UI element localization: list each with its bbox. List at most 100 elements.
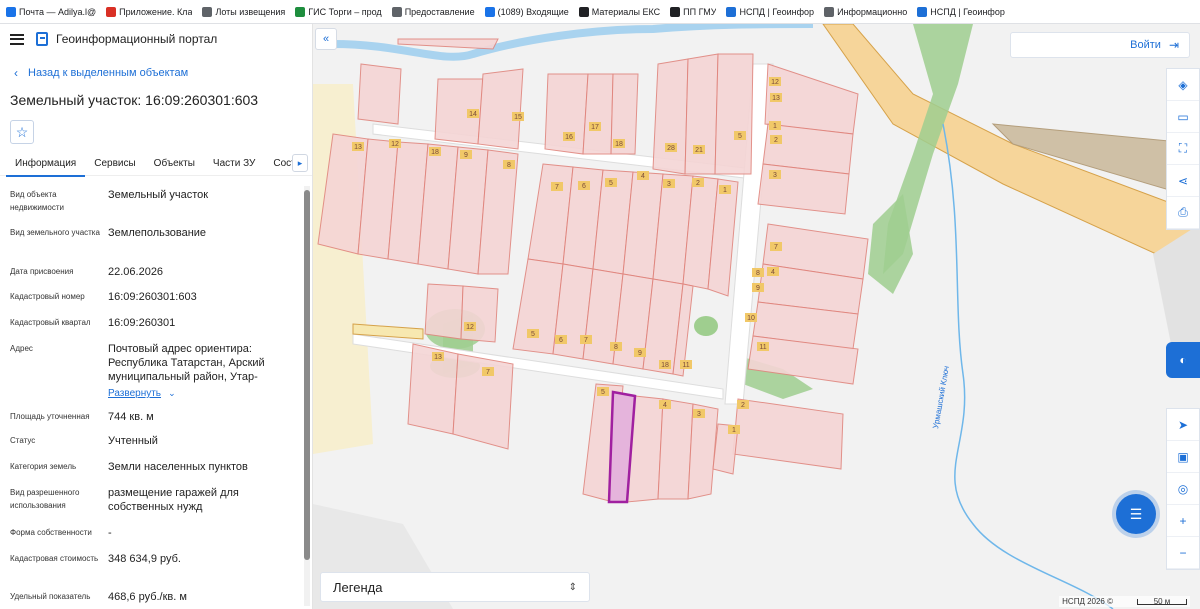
legend-dropdown[interactable]: Легенда ⇕ (320, 572, 590, 602)
print-button[interactable]: ⎙ (1167, 197, 1199, 229)
land-parcel[interactable] (684, 53, 719, 175)
bookmark-favicon-icon (295, 6, 306, 17)
parcel-number: 7 (774, 244, 778, 251)
parcel-number: 11 (682, 362, 689, 369)
tab-objects[interactable]: Объекты (145, 154, 204, 175)
bookmark-label: НСПД | Геоинфор (930, 6, 1005, 17)
land-parcel[interactable] (460, 285, 499, 343)
property-label: Вид объекта недвижимости (10, 190, 64, 212)
back-link-label: Назад к выделенным объектам (28, 67, 189, 79)
map-toolbar: ◈ ▭ ⛶ ⋖ ⎙ (1166, 68, 1200, 230)
scrollbar-thumb[interactable] (304, 190, 310, 560)
parcel-number: 11 (759, 344, 766, 351)
bookmark-label: ГИС Торги – прод (308, 6, 382, 17)
property-label: Удельный показатель (10, 592, 91, 601)
bookmark-label: Лоты извещения (215, 6, 286, 17)
chevron-double-left-icon: « (322, 33, 330, 45)
land-parcel[interactable] (544, 73, 589, 155)
panel-scrollbar[interactable] (304, 186, 310, 606)
expand-link[interactable]: Развернуть ⌄ (108, 386, 298, 401)
tab-services[interactable]: Сервисы (85, 154, 144, 175)
parcel-number: 15 (514, 114, 522, 121)
zoom-out-button[interactable]: − (1167, 537, 1199, 569)
map-view[interactable]: 14 15 16 17 18 28 21 5 13 12 18 9 8 7 6 5 4 3 2 1 7 8 9 10 11 12 1… (313, 24, 1200, 609)
property-value: 16:09:260301 (108, 317, 176, 329)
land-parcel[interactable] (657, 398, 694, 500)
bookmark-label: Приложение. Кла (119, 6, 193, 17)
tab-land-parts[interactable]: Части ЗУ (204, 154, 264, 175)
parcel-layer (317, 38, 869, 503)
land-parcel[interactable] (424, 283, 464, 340)
bookmark-favicon-icon (670, 6, 681, 17)
panel-header: Геоинформационный портал (0, 24, 312, 54)
bookmark-label: (1089) Входящие (497, 6, 569, 17)
minimap-button[interactable]: ▣ (1167, 441, 1199, 473)
bookmark-label: Предоставление (404, 6, 475, 17)
scale-label: 50 м (1153, 596, 1171, 606)
locate-icon: ◎ (1177, 481, 1189, 496)
favorite-button[interactable]: ☆ (10, 120, 34, 144)
land-parcel[interactable] (397, 38, 499, 50)
bookmark-favicon-icon (106, 6, 117, 17)
bookmark-item[interactable]: (1089) Входящие (484, 6, 569, 17)
locate-button[interactable]: ◎ (1167, 473, 1199, 505)
parcel-number: 9 (756, 285, 760, 292)
property-value: Землепользование (108, 227, 207, 239)
bookmark-item[interactable]: Предоставление (391, 6, 475, 17)
bookmark-item[interactable]: ГИС Торги – прод (295, 6, 382, 17)
select-area-button[interactable]: ⛶ (1167, 133, 1199, 165)
measure-button[interactable]: ▭ (1167, 101, 1199, 133)
tabs-next-button[interactable]: ▸ (292, 154, 308, 172)
share-button[interactable]: ⋖ (1167, 165, 1199, 197)
property-label: Вид разрешенного использования (10, 488, 80, 510)
property-value: 348 634,9 руб. (108, 553, 181, 565)
map-attribution: НСПД 2026 © 50 м (1059, 596, 1190, 607)
parcel-number: 4 (663, 402, 667, 409)
bookmark-favicon-icon (726, 6, 737, 17)
layers-button[interactable]: ◈ (1167, 69, 1199, 101)
parcel-number: 18 (615, 141, 623, 148)
bookmark-item[interactable]: Информационно (824, 6, 907, 17)
parcel-number: 7 (486, 369, 490, 376)
land-parcel[interactable] (714, 53, 754, 175)
property-label: Площадь уточненная (10, 412, 90, 421)
bookmark-label: НСПД | Геоинфор (739, 6, 815, 17)
parcel-number: 1 (723, 187, 727, 194)
parcel-number: 9 (638, 350, 642, 357)
zoom-in-button[interactable]: + (1167, 505, 1199, 537)
nspd-assistant-button[interactable]: ◐ (1166, 342, 1200, 378)
land-parcel[interactable] (732, 398, 844, 470)
bookmark-item[interactable]: Приложение. Кла (106, 6, 193, 17)
bookmark-item[interactable]: Почта — Adilya.l@ (6, 6, 96, 17)
parcel-number: 4 (641, 173, 645, 180)
chat-button[interactable]: ☰ (1116, 494, 1156, 534)
green-area (694, 316, 718, 336)
parcel-number: 18 (661, 362, 669, 369)
chevron-left-icon: ‹ (14, 66, 18, 80)
property-label: Статус (10, 436, 36, 445)
parcel-number: 13 (354, 144, 362, 151)
land-parcel[interactable] (582, 73, 614, 155)
map-canvas[interactable]: 14 1516171828 21513 1218 987 6 543 217891011121… (313, 24, 1200, 609)
bookmark-item[interactable]: Материалы ЕКС (578, 6, 660, 17)
bookmark-item[interactable]: Лоты извещения (202, 6, 286, 17)
plus-icon: + (1179, 513, 1187, 528)
page-title: Земельный участок: 16:09:260301:603 (10, 92, 259, 108)
chevron-right-icon: ▸ (297, 157, 303, 168)
bookmark-item[interactable]: ПП ГМУ (670, 6, 716, 17)
share-icon: ⋖ (1177, 173, 1189, 188)
collapse-panel-button[interactable]: « (315, 28, 337, 50)
land-parcel[interactable] (477, 68, 524, 150)
menu-icon[interactable] (10, 33, 24, 45)
geolocation-button[interactable]: ➤ (1167, 409, 1199, 441)
tab-information[interactable]: Информация (6, 154, 86, 177)
land-parcel[interactable] (357, 63, 402, 125)
land-parcel[interactable] (652, 58, 689, 175)
back-link[interactable]: ‹ Назад к выделенным объектам (0, 66, 312, 80)
login-button[interactable]: Войти ⇥ (1010, 32, 1190, 58)
bookmark-item[interactable]: НСПД | Геоинфор (726, 6, 815, 17)
land-parcel[interactable] (687, 403, 719, 500)
parcel-number: 9 (464, 152, 468, 159)
ruler-icon: ▭ (1177, 109, 1189, 124)
bookmark-item[interactable]: НСПД | Геоинфор (917, 6, 1005, 17)
